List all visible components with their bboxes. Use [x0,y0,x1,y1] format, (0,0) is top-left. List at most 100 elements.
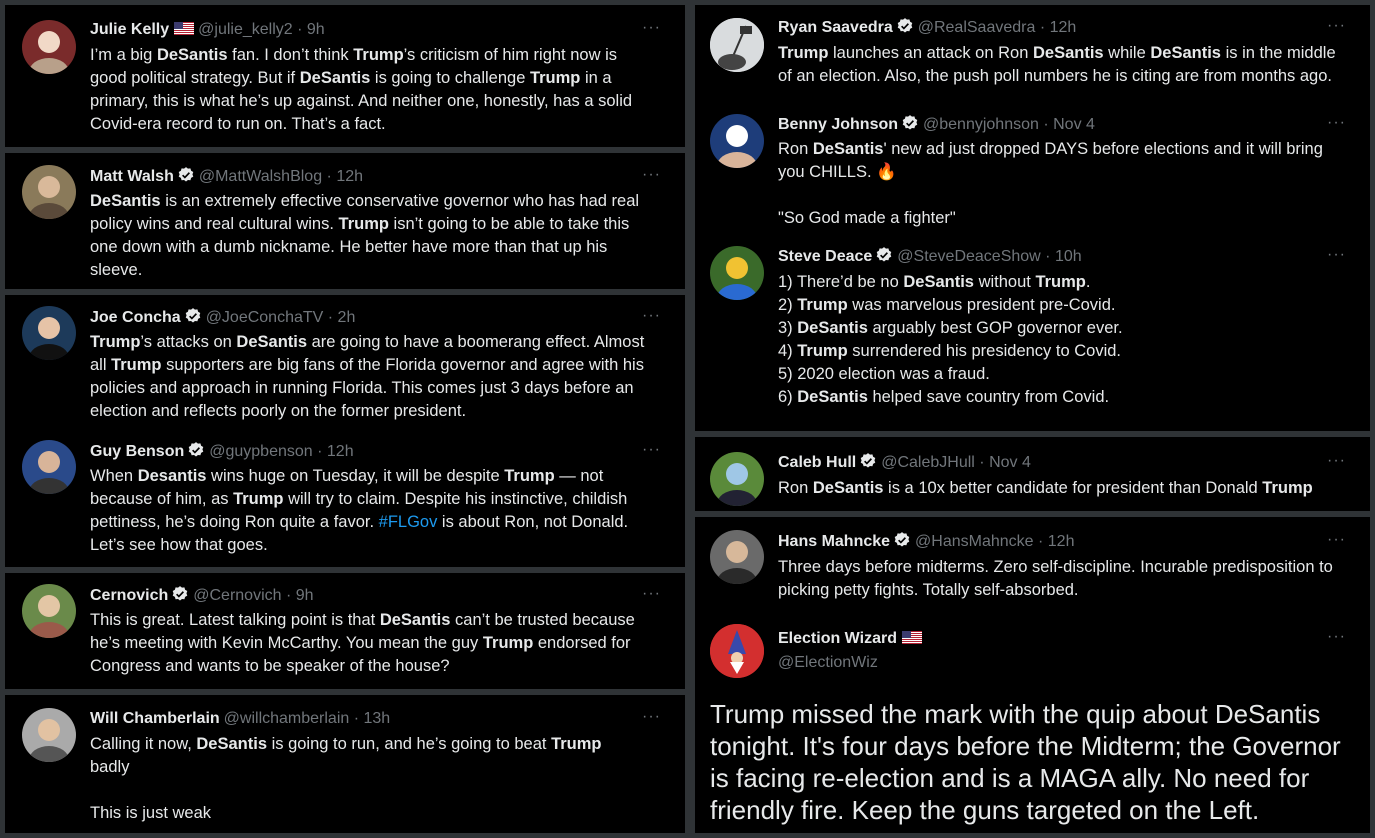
man-studio-portrait-icon[interactable] [22,440,76,494]
flag-raising-icon[interactable] [710,18,764,72]
more-options-icon[interactable]: ··· [1327,244,1346,266]
text-segment: election and reflects poorly on the form… [90,402,467,420]
man-with-baby-portrait-icon[interactable] [22,708,76,762]
more-options-icon[interactable]: ··· [642,583,661,605]
tweet-text-line: DeSantis is an extremely effective conse… [90,190,639,213]
more-options-icon[interactable]: ··· [642,17,661,39]
author-name[interactable]: Caleb Hull [778,454,856,471]
bold-keyword: Trump [338,215,389,233]
text-segment: . [1085,273,1091,291]
tweet-time[interactable]: 13h [364,710,391,727]
text-segment: isn’t going to be able to take this [388,215,630,233]
more-options-icon[interactable]: ··· [1327,112,1346,134]
tweet-time[interactable]: Nov 4 [989,454,1031,471]
man-suit-portrait-icon[interactable] [22,306,76,360]
man-portrait-icon[interactable] [710,114,764,168]
golfer-photo-icon[interactable] [710,452,764,506]
author-name[interactable]: Cernovich [90,587,168,604]
tweet-time[interactable]: 2h [338,309,356,326]
author-name[interactable]: Ryan Saavedra [778,19,893,36]
author-handle[interactable]: @MattWalshBlog [199,168,322,185]
hashtag-link[interactable]: #FLGov [379,513,438,531]
author-handle[interactable]: @RealSaavedra [918,19,1036,36]
text-segment: This is just weak [90,804,212,822]
author-handle[interactable]: @Cernovich [193,587,281,604]
author-handle[interactable]: @ElectionWiz [778,652,878,674]
bold-keyword: DeSantis [196,735,267,753]
tweet-text-line: When Desantis wins huge on Tuesday, it w… [90,465,628,488]
tweet-time[interactable]: 12h [1048,533,1075,550]
author-name[interactable]: Guy Benson [90,443,184,460]
text-segment: is going to run, and he’s going to beat [267,735,552,753]
bold-keyword: DeSantis [299,69,371,87]
bold-keyword: Trump [551,735,602,753]
bold-keyword: Trump [797,296,848,314]
text-segment: he’s meeting with Kevin McCarthy. You me… [90,634,483,652]
bold-keyword: Trump [111,356,162,374]
woman-portrait-icon[interactable] [22,20,76,74]
more-options-icon[interactable]: ··· [642,439,661,461]
man-portrait-icon[interactable] [710,530,764,584]
us-flag-icon [174,22,195,35]
text-segment: When [90,467,138,485]
tweet-time[interactable]: 12h [1050,19,1077,36]
author-handle[interactable]: @CalebJHull [881,454,975,471]
separator-dot: · [349,710,364,727]
more-options-icon[interactable]: ··· [1327,450,1346,472]
tweet-header: Steve Deace @SteveDeaceShow · 10h [778,246,1082,268]
author-handle[interactable]: @JoeConchaTV [206,309,324,326]
text-segment: — not [554,467,604,485]
more-options-icon[interactable]: ··· [642,164,661,186]
author-handle[interactable]: @guypbenson [209,443,312,460]
tweet-text-line: Ron DeSantis' new ad just dropped DAYS b… [778,138,1323,161]
tweet-text-line: 3) DeSantis arguably best GOP governor e… [778,317,1123,340]
wizard-icon[interactable] [710,624,764,678]
more-options-icon[interactable]: ··· [1327,15,1346,37]
more-options-icon[interactable]: ··· [642,305,661,327]
man-portrait-icon[interactable] [22,165,76,219]
author-handle[interactable]: @bennyjohnson [923,116,1039,133]
cartoon-avatar-icon[interactable] [710,246,764,300]
tweet-text-line: because of him, as Trump will try to cla… [90,488,628,511]
tweet-text-line: policies and approach in running Florida… [90,377,644,400]
author-name[interactable]: Election Wizard [778,630,897,647]
author-handle[interactable]: @HansMahncke [915,533,1034,550]
tweet-time[interactable]: 9h [307,21,325,38]
tweet-time[interactable]: 10h [1055,248,1082,265]
tweet-time[interactable]: 12h [336,168,363,185]
text-segment: supporters are big fans of the Florida g… [161,356,644,374]
more-options-icon[interactable]: ··· [642,706,661,728]
tweet-text-line: This is great. Latest talking point is t… [90,609,635,632]
separator-dot: · [1033,533,1048,550]
author-name[interactable]: Hans Mahncke [778,533,890,550]
text-segment: is about Ron, not Donald. [437,513,629,531]
verified-badge-icon [172,586,188,601]
verified-badge-icon [897,18,913,33]
tweet-time[interactable]: 9h [296,587,314,604]
text-segment: I’m a big [90,46,157,64]
text-segment: surrendered his presidency to Covid. [847,342,1121,360]
tweet-time[interactable]: Nov 4 [1053,116,1095,133]
author-name[interactable]: Benny Johnson [778,116,898,133]
text-segment: you CHILLS. 🔥 [778,163,897,181]
author-handle[interactable]: @SteveDeaceShow [897,248,1040,265]
family-photo-icon[interactable] [22,584,76,638]
tweet-text-line: Let’s see how that goes. [90,534,628,557]
author-handle[interactable]: @julie_kelly2 [198,21,293,38]
author-name[interactable]: Matt Walsh [90,168,174,185]
author-handle[interactable]: @willchamberlain [224,710,350,727]
tweet-time[interactable]: 12h [327,443,354,460]
author-name[interactable]: Julie Kelly [90,21,169,38]
text-segment: because of him, as [90,490,234,508]
tweet-text: Calling it now, DeSantis is going to run… [90,733,602,825]
author-name[interactable]: Joe Concha [90,309,181,326]
author-name[interactable]: Will Chamberlain [90,710,220,727]
tweet-text-line: of an election. Also, the push poll numb… [778,65,1336,88]
tweet-text-line: 4) Trump surrendered his presidency to C… [778,340,1123,363]
tweet-text-line: Trump’s attacks on DeSantis are going to… [90,331,644,354]
more-options-icon[interactable]: ··· [1327,529,1346,551]
author-name[interactable]: Steve Deace [778,248,872,265]
tweet-text-line: all Trump supporters are big fans of the… [90,354,644,377]
more-options-icon[interactable]: ··· [1327,626,1346,648]
bold-keyword: DeSantis [812,140,884,158]
